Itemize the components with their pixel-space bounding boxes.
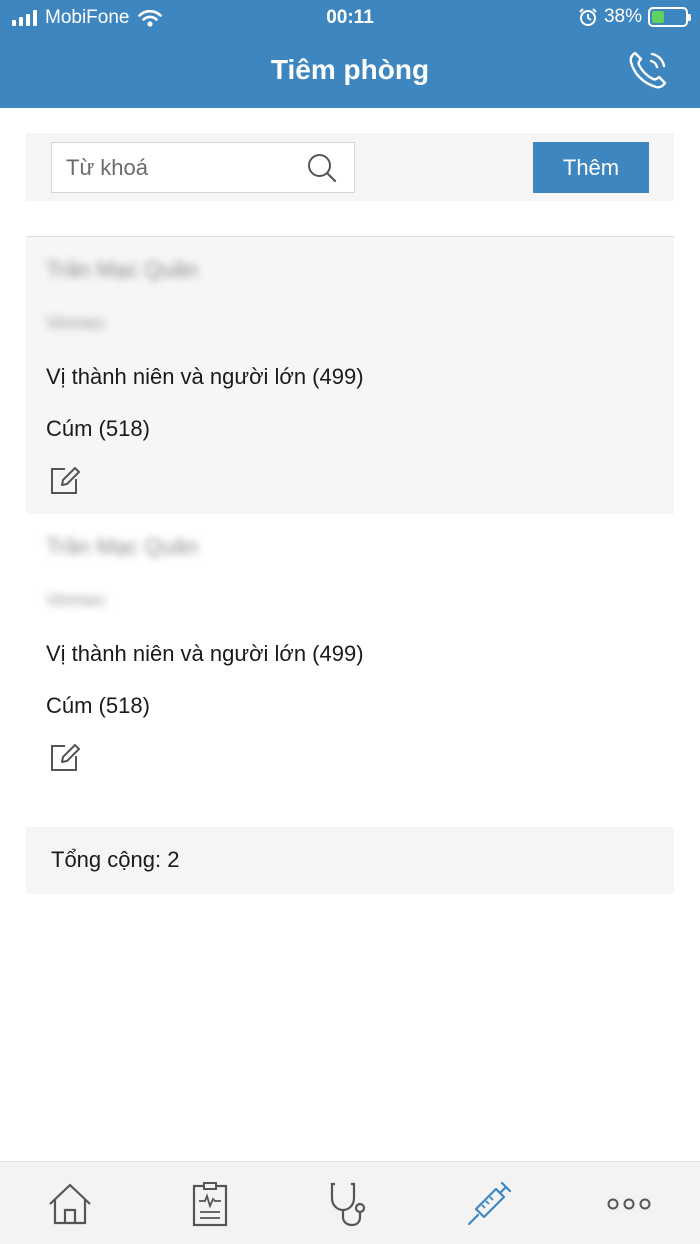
total-panel: Tổng cộng: 2 [26, 827, 674, 894]
vaccine-program: Vị thành niên và người lớn (499) [46, 641, 364, 666]
bottom-tab-bar [0, 1161, 700, 1244]
search-icon[interactable] [306, 152, 338, 184]
tab-vaccination[interactable] [459, 1176, 519, 1232]
edit-icon[interactable] [48, 464, 80, 496]
tab-home[interactable] [40, 1176, 100, 1232]
search-box[interactable] [51, 142, 355, 193]
flu-vaccine: Cúm (518) [46, 693, 150, 718]
organization-name: Vinmec [46, 313, 106, 333]
wifi-icon [137, 9, 162, 27]
search-panel: Thêm [26, 133, 674, 201]
add-button[interactable]: Thêm [533, 142, 649, 193]
more-icon [607, 1198, 651, 1210]
battery-percent: 38% [603, 6, 642, 27]
syringe-icon [467, 1181, 512, 1226]
list-item[interactable]: Trần Mạc Quân Vinmec Vị thành niên và ng… [26, 236, 674, 515]
vaccine-program: Vị thành niên và người lớn (499) [46, 364, 364, 389]
total-count: Tổng cộng: 2 [51, 847, 180, 872]
alarm-icon [579, 8, 597, 26]
organization-name: Vinmec [46, 590, 106, 610]
signal-icon [12, 10, 37, 26]
patient-name: Trần Mạc Quân [46, 534, 199, 559]
medical-record-icon [192, 1182, 228, 1227]
stethoscope-icon [330, 1182, 366, 1227]
tab-medical-records[interactable] [180, 1176, 240, 1232]
tab-examination[interactable] [319, 1176, 379, 1232]
status-bar: MobiFone 00:11 38% [0, 0, 700, 36]
search-input[interactable] [66, 143, 296, 192]
flu-vaccine: Cúm (518) [46, 416, 150, 441]
phone-call-icon[interactable] [626, 48, 670, 92]
carrier-name: MobiFone [45, 7, 130, 28]
list-item[interactable]: Trần Mạc Quân Vinmec Vị thành niên và ng… [26, 514, 674, 793]
patient-name: Trần Mạc Quân [46, 257, 199, 282]
home-icon [49, 1183, 91, 1225]
tab-more[interactable] [599, 1176, 659, 1232]
app-header: MobiFone 00:11 38% Tiêm phòng [0, 0, 700, 108]
edit-icon[interactable] [48, 741, 80, 773]
battery-icon [648, 7, 691, 27]
page-title: Tiêm phòng [270, 54, 430, 85]
